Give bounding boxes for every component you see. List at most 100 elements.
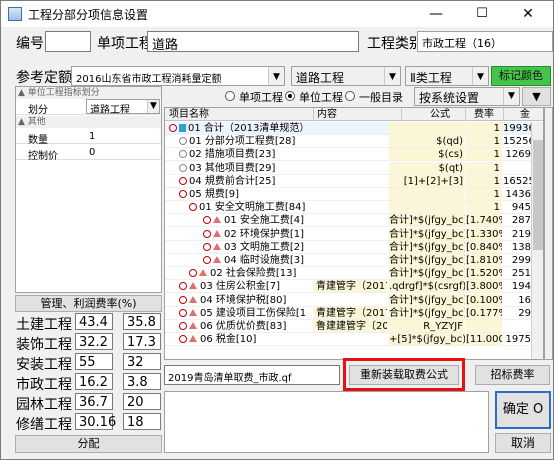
row-name-cell[interactable]: 04 环境保护税[80]	[179, 294, 311, 306]
table-row[interactable]: 03 文明施工费[2] 合计]*$(jfgy_bc)[0.840%]138	[165, 240, 531, 254]
row-content[interactable]: 青建管字（2017）	[313, 306, 387, 319]
row-formula[interactable]: 合计]*$(jfgy_bc)	[389, 254, 465, 266]
row-content[interactable]	[313, 188, 387, 200]
row-name-cell[interactable]: 05 規费[9]	[179, 188, 311, 200]
mgmt-rate-input[interactable]: 43.4	[75, 313, 113, 330]
row-content[interactable]	[313, 201, 387, 213]
table-row[interactable]: 05 規费[9] 1 1436	[165, 188, 531, 201]
row-formula[interactable]: 合计]*$(jfgy_bc)	[389, 227, 465, 240]
row-formula[interactable]	[389, 122, 465, 134]
row-formula[interactable]: +[5]*$(jfgy_bc)	[389, 333, 465, 346]
property-row-control-price[interactable]: 控制价 0	[16, 145, 161, 162]
row-formula[interactable]: 合计]*$(jfgy_bc)	[389, 240, 465, 253]
row-formula[interactable]	[389, 188, 465, 200]
row-content[interactable]: 鲁建建管字〔2019	[313, 320, 387, 332]
settings-select[interactable]: 按系统设置 ▼	[414, 87, 520, 106]
row-amount[interactable]: 16	[503, 294, 531, 306]
row-content[interactable]	[313, 228, 387, 240]
row-name-cell[interactable]: 03 文明施工费[2]	[203, 241, 311, 253]
mgmt-rate-input[interactable]: 55	[75, 353, 113, 370]
row-content[interactable]: 青建管字（2017）	[313, 280, 387, 293]
row-name-cell[interactable]: 04 規费前合计[25]	[179, 175, 311, 187]
row-content[interactable]	[313, 333, 387, 345]
fee-file-input[interactable]: 2019青岛清单取费_市政.qf	[164, 365, 340, 385]
property-value[interactable]: 0	[89, 147, 95, 158]
mode-radio-unit-project[interactable]	[285, 91, 295, 101]
code-input[interactable]	[45, 31, 91, 52]
row-rate[interactable]: 1	[466, 135, 502, 148]
row-amount[interactable]: 16525	[503, 175, 531, 187]
row-content[interactable]	[313, 122, 387, 134]
row-rate[interactable]: [1.740%]	[466, 214, 502, 227]
row-content[interactable]	[313, 162, 387, 174]
profit-rate-input[interactable]: 17.3	[123, 333, 161, 350]
col-header-name[interactable]: 项目名称	[169, 108, 307, 121]
row-rate[interactable]: 1	[466, 201, 502, 214]
row-content[interactable]	[313, 267, 387, 279]
row-amount[interactable]: 945	[503, 201, 531, 213]
row-name-cell[interactable]: 05 建设项目工伤保险[1	[179, 307, 311, 319]
row-content[interactable]	[313, 241, 387, 253]
collapse-icon[interactable]: ▲	[18, 88, 25, 98]
table-row[interactable]: 01 安全文明施工费[84] 1 945	[165, 201, 531, 215]
profit-rate-input[interactable]: 32	[123, 353, 161, 370]
row-name-cell[interactable]: 03 住房公积金[7]	[179, 280, 311, 292]
maximize-button[interactable]: ☐	[459, 1, 505, 27]
row-amount[interactable]: 299	[503, 254, 531, 266]
quota-select[interactable]: 2016山东省市政工程消耗量定额 ▼	[71, 66, 285, 86]
division-select[interactable]: 道路工程 ▼	[86, 99, 160, 114]
road-select[interactable]: 道路工程 ▼	[291, 66, 401, 86]
chevron-down-icon[interactable]: ▼	[268, 67, 284, 85]
row-amount[interactable]: 138	[503, 241, 531, 253]
chevron-down-icon[interactable]: ▼	[503, 88, 519, 105]
col-header-content[interactable]: 内容	[313, 108, 387, 121]
row-rate[interactable]: 1	[466, 188, 502, 200]
row-rate[interactable]: [0.177%]	[466, 306, 502, 319]
row-formula[interactable]: $(qd)	[389, 135, 465, 148]
table-row[interactable]: 02 社会保险费[13] 合计]*$(jfgy_bc)[1.520%]251	[165, 267, 531, 281]
settings-side-button[interactable]: ▼	[522, 87, 551, 106]
row-formula[interactable]: [1]+[2]+[3]	[389, 174, 465, 187]
row-name-cell[interactable]: 01 分部分项工程费[28]	[179, 135, 311, 147]
table-row[interactable]: 01 分部分项工程费[28] $(qd)115256	[165, 135, 531, 149]
row-formula[interactable]: $(cs)	[389, 148, 465, 161]
row-amount[interactable]	[503, 162, 531, 174]
table-row[interactable]: 04 規费前合计[25] [1]+[2]+[3]116525	[165, 174, 531, 188]
row-formula[interactable]: 合计]*$(jfgy_bc)	[389, 306, 465, 319]
mgmt-rate-input[interactable]: 36.7	[75, 393, 113, 410]
row-formula[interactable]: 合计]*$(jfgy_bc)	[389, 267, 465, 280]
row-amount[interactable]: 1975	[503, 333, 531, 345]
profit-rate-input[interactable]: 18	[123, 413, 161, 430]
row-rate[interactable]: 1	[466, 161, 502, 174]
row-content[interactable]	[313, 175, 387, 187]
row-amount[interactable]: 29	[503, 307, 531, 319]
row-formula[interactable]: 合计]*$(jfgy_bc)	[389, 214, 465, 227]
close-button[interactable]: ✕	[505, 1, 551, 27]
property-group-other[interactable]: ▲ 其他	[16, 116, 161, 128]
mgmt-rate-input[interactable]: 16.2	[75, 373, 113, 390]
row-amount[interactable]: 1436	[503, 188, 531, 200]
chevron-down-icon[interactable]: ▼	[384, 67, 400, 85]
project-name-input[interactable]: 道路	[147, 31, 359, 52]
row-name-cell[interactable]: 02 措施项目费[23]	[179, 148, 311, 160]
row-content[interactable]	[313, 294, 387, 306]
row-rate[interactable]	[466, 320, 502, 332]
category-select[interactable]: 市政工程（16）	[417, 31, 553, 52]
row-rate[interactable]: [1.810%]	[466, 254, 502, 266]
col-header-formula[interactable]: 公式	[401, 108, 461, 121]
row-formula[interactable]: 合计]*$(jfgy_bc)	[389, 293, 465, 306]
project-class-select[interactable]: Ⅱ类工程 ▼	[405, 66, 489, 86]
row-rate[interactable]: 1	[466, 148, 502, 161]
table-row[interactable]: 02 环境保护费[1] 合计]*$(jfgy_bc)[1.330%]219	[165, 227, 531, 241]
table-row[interactable]: 01 合计（2013清单规范） 119936	[165, 122, 531, 135]
grid-vertical-scrollbar[interactable]	[531, 122, 543, 359]
row-name-cell[interactable]: 01 安全施工费[4]	[203, 214, 311, 226]
property-value[interactable]: 1	[89, 131, 95, 142]
table-row[interactable]: 04 临时设施费[3] 合计]*$(jfgy_bc)[1.810%]299	[165, 254, 531, 267]
row-name-cell[interactable]: 03 其他项目费[29]	[179, 162, 311, 174]
profit-rate-input[interactable]: 3.8	[123, 373, 161, 390]
row-amount[interactable]: 1269	[503, 148, 531, 160]
col-header-amount[interactable]: 金	[503, 108, 533, 121]
row-content[interactable]	[313, 214, 387, 226]
mark-color-button[interactable]: 标记颜色	[491, 66, 551, 86]
